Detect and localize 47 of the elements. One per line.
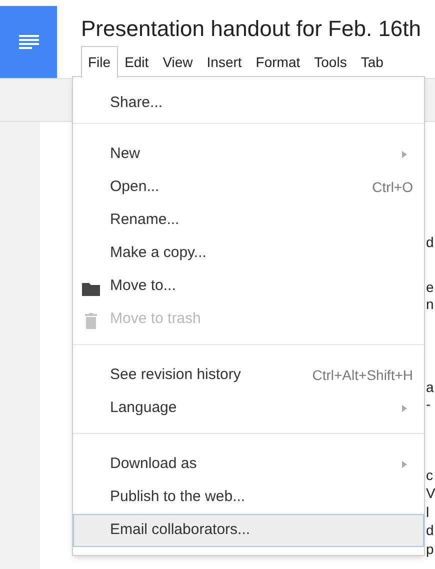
document-text: l bbox=[426, 503, 430, 521]
menu-item-label: Make a copy... bbox=[110, 243, 208, 264]
menu-item-label: Email collaborators... bbox=[110, 520, 252, 540]
menu-item[interactable]: Rename... bbox=[73, 204, 424, 237]
menu-bar-item[interactable]: Tools bbox=[307, 46, 354, 78]
menu-item-label: See revision history bbox=[110, 365, 242, 386]
document-text: - bbox=[426, 395, 431, 413]
menu-bar-item[interactable]: File bbox=[81, 46, 118, 78]
menu-item[interactable]: New bbox=[73, 138, 424, 171]
document-text: d bbox=[426, 521, 434, 539]
document-text: c bbox=[426, 466, 433, 484]
menu-item[interactable]: Share... bbox=[73, 87, 424, 120]
menu-item[interactable]: Email collaborators... bbox=[73, 514, 424, 547]
trash-icon bbox=[85, 313, 97, 329]
document-lines-icon bbox=[16, 34, 40, 50]
document-text: p bbox=[426, 540, 434, 558]
menu-bar-item[interactable]: Tab bbox=[354, 46, 390, 78]
menu-item-label: New bbox=[110, 144, 142, 164]
document-text: d bbox=[426, 233, 434, 251]
menu-item-label: Language bbox=[110, 398, 178, 418]
menu-item-label: Download as bbox=[110, 454, 198, 474]
menu-item-label: Rename... bbox=[110, 210, 180, 230]
menu-bar-item[interactable]: Format bbox=[248, 46, 308, 78]
document-text: n bbox=[426, 295, 434, 313]
document-text: a bbox=[426, 378, 434, 396]
menu-item[interactable]: Make a copy... bbox=[73, 237, 424, 270]
menu-bar-item[interactable]: View bbox=[156, 46, 200, 78]
menu-item-label: Move to trash bbox=[110, 309, 202, 330]
menu-bar-item[interactable]: Insert bbox=[200, 46, 249, 78]
menu-bar-item[interactable]: Edit bbox=[118, 46, 156, 78]
menu-item[interactable]: See revision history Ctrl+Alt+Shift+H bbox=[73, 359, 424, 392]
document-text: e bbox=[426, 278, 434, 296]
folder-icon bbox=[82, 282, 100, 296]
menu-item[interactable]: Move to... bbox=[73, 270, 424, 303]
menu-item-label: Move to... bbox=[110, 276, 177, 296]
menu-item-label: Publish to the web... bbox=[110, 487, 246, 508]
menu-item-label: Open... bbox=[110, 177, 160, 198]
menu-item[interactable]: Publish to the web... bbox=[73, 481, 424, 514]
menu-item[interactable]: Download as bbox=[73, 448, 424, 481]
menu-item[interactable]: Open... Ctrl+O bbox=[73, 171, 424, 204]
menu-item-label: Share... bbox=[110, 93, 164, 114]
document-text: V bbox=[426, 484, 435, 502]
docs-logo[interactable] bbox=[0, 6, 57, 78]
shortcut-text: Ctrl+O bbox=[372, 178, 413, 197]
shortcut-text: Ctrl+Alt+Shift+H bbox=[312, 366, 413, 385]
menu-item[interactable]: Language bbox=[73, 392, 424, 425]
document-title[interactable]: Presentation handout for Feb. 16th bbox=[81, 15, 422, 43]
